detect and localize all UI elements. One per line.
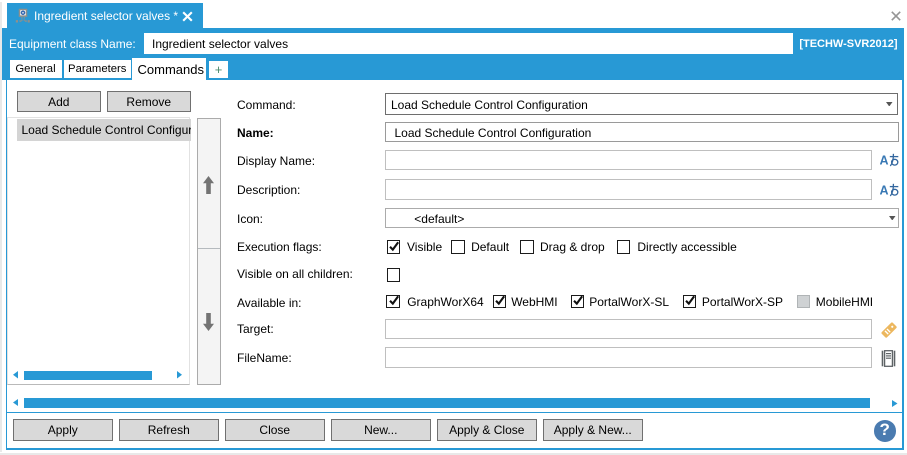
svg-text:A: A	[880, 154, 889, 168]
svg-text:A: A	[880, 183, 889, 197]
